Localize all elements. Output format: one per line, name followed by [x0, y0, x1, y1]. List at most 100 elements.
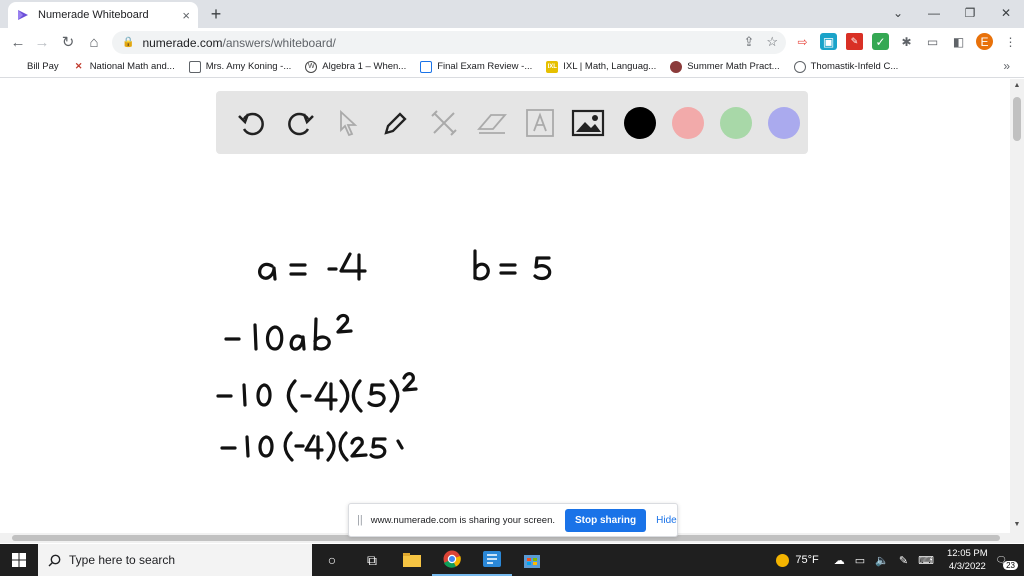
text-icon[interactable] — [520, 103, 560, 143]
speaker-icon[interactable]: 🔈 — [875, 554, 889, 567]
vertical-scrollbar[interactable]: ▲ ▼ — [1010, 79, 1024, 543]
search-placeholder: Type here to search — [69, 553, 176, 567]
tab-numerade-whiteboard[interactable]: Numerade Whiteboard × — [8, 2, 198, 28]
share-icon[interactable]: ⇪ — [743, 34, 754, 50]
extensions-puzzle-icon[interactable]: ✱ — [898, 33, 915, 50]
tab-title: Numerade Whiteboard — [38, 9, 149, 21]
bookmark-label: IXL | Math, Languag... — [563, 61, 657, 72]
pen-workspace-icon[interactable]: ✎ — [899, 554, 908, 567]
address-bar[interactable]: 🔒 numerade.com/answers/whiteboard/ ⇪ ☆ — [112, 31, 786, 54]
tab-strip: Numerade Whiteboard × + ⌄ — ❐ ✕ — [0, 0, 1024, 28]
close-window-button[interactable]: ✕ — [988, 0, 1024, 26]
eraser-icon[interactable] — [472, 103, 512, 143]
globe-icon — [793, 60, 806, 73]
clock-date: 4/3/2022 — [948, 561, 986, 572]
bookmarks-overflow-icon[interactable]: » — [1003, 59, 1010, 73]
cast-icon[interactable]: ▭ — [924, 33, 941, 50]
page-icon — [188, 60, 201, 73]
windows-taskbar: Type here to search ○ ⧉ 75°F ☁ ▭ 🔈 ✎ ⌨ 1… — [0, 544, 1024, 576]
bookmark-icon — [10, 61, 22, 73]
bookmark-item-2[interactable]: Mrs. Amy Koning -... — [188, 60, 291, 73]
store-icon[interactable] — [512, 544, 552, 576]
hide-button[interactable]: Hide — [656, 515, 677, 526]
color-swatch-green[interactable] — [720, 106, 752, 139]
stop-sharing-button[interactable]: Stop sharing — [565, 508, 647, 532]
notification-count: 23 — [1003, 560, 1018, 570]
profile-avatar[interactable]: E — [976, 33, 993, 50]
notification-center[interactable]: 🗨 23 — [996, 551, 1018, 570]
scrollbar-thumb[interactable] — [1013, 97, 1021, 141]
scroll-up-icon[interactable]: ▲ — [1010, 82, 1024, 89]
keyboard-icon[interactable]: ⌨ — [918, 554, 934, 567]
form-icon — [420, 60, 433, 73]
color-swatch-pink[interactable] — [672, 106, 704, 139]
bookmark-item-0[interactable]: Bill Pay — [10, 61, 59, 73]
image-icon[interactable] — [568, 103, 608, 143]
circle-logo-icon — [670, 60, 683, 73]
ixl-icon: IXL — [546, 60, 559, 73]
clock-time: 12:05 PM — [946, 548, 988, 559]
pointer-icon[interactable] — [328, 103, 368, 143]
home-icon[interactable]: ⌂ — [84, 32, 104, 52]
bookmark-label: Thomastik-Infeld C... — [810, 61, 899, 72]
extension-screencast-icon[interactable]: ▣ — [820, 33, 837, 50]
handwriting-neg10ab2 — [224, 313, 353, 351]
bookmark-item-5[interactable]: IXL IXL | Math, Languag... — [546, 60, 657, 73]
browser-toolbar: ← → ↻ ⌂ 🔒 numerade.com/answers/whiteboar… — [0, 28, 1024, 56]
bookmark-label: Algebra 1 – When... — [322, 61, 407, 72]
bookmark-label: Final Exam Review -... — [437, 61, 533, 72]
menu-icon[interactable]: ⋮ — [1002, 33, 1019, 50]
bookmark-item-7[interactable]: Thomastik-Infeld C... — [793, 60, 899, 73]
tab-search-icon[interactable]: ⌄ — [880, 0, 916, 26]
bookmark-label: National Math and... — [89, 61, 175, 72]
whiteboard-canvas[interactable] — [0, 164, 1010, 534]
handwriting-a-equals-neg4 — [258, 252, 367, 281]
taskbar-search-input[interactable]: Type here to search — [38, 544, 312, 576]
extension-green-icon[interactable]: ✓ — [872, 33, 889, 50]
numerade-logo-icon — [18, 10, 28, 20]
pen-icon[interactable] — [376, 103, 416, 143]
x-logo-icon: ✕ — [74, 61, 83, 71]
redo-icon[interactable] — [280, 103, 320, 143]
bookmark-item-1[interactable]: ✕ National Math and... — [73, 61, 175, 73]
whiteboard-toolbar — [216, 91, 808, 154]
file-explorer-icon[interactable] — [392, 544, 432, 576]
url-text: numerade.com/answers/whiteboard/ — [142, 35, 336, 50]
wordpress-icon: W — [305, 60, 318, 73]
cortana-icon[interactable]: ○ — [312, 544, 352, 576]
bookmark-star-icon[interactable]: ☆ — [766, 34, 778, 50]
window-controls: ⌄ — ❐ ✕ — [880, 0, 1024, 28]
task-view-icon[interactable]: ⧉ — [352, 544, 392, 576]
color-swatch-black[interactable] — [624, 106, 656, 139]
bookmark-item-3[interactable]: W Algebra 1 – When... — [305, 60, 407, 73]
bookmark-item-6[interactable]: Summer Math Pract... — [670, 60, 780, 73]
lock-icon[interactable]: 🔒 — [122, 37, 134, 48]
extension-arrow-icon[interactable]: ⇨ — [794, 33, 811, 50]
color-swatch-purple[interactable] — [768, 106, 800, 139]
new-tab-button[interactable]: + — [206, 4, 226, 24]
extension-pdf-icon[interactable]: ✎ — [846, 33, 863, 50]
tools-icon[interactable] — [424, 103, 464, 143]
bookmark-item-4[interactable]: Final Exam Review -... — [420, 60, 533, 73]
restore-button[interactable]: ❐ — [952, 0, 988, 26]
undo-icon[interactable] — [232, 103, 272, 143]
cloud-icon[interactable]: ☁ — [834, 554, 845, 567]
chrome-icon[interactable] — [432, 544, 472, 576]
app-blue-icon[interactable] — [472, 544, 512, 576]
tab-close-icon[interactable]: × — [182, 8, 190, 23]
page-content: ▲ ▼ — [0, 79, 1024, 543]
drag-handle-icon[interactable]: || — [357, 514, 363, 526]
scroll-down-icon[interactable]: ▼ — [1010, 521, 1024, 528]
clock[interactable]: 12:05 PM 4/3/2022 — [947, 547, 988, 573]
back-icon[interactable]: ← — [8, 32, 28, 52]
weather-widget[interactable]: 75°F — [776, 553, 819, 567]
bookmarks-bar: Bill Pay ✕ National Math and... Mrs. Amy… — [0, 56, 1024, 78]
network-icon[interactable]: ▭ — [855, 554, 865, 567]
forward-icon[interactable]: → — [32, 32, 52, 52]
minimize-button[interactable]: — — [916, 0, 952, 26]
reload-icon[interactable]: ↻ — [58, 32, 78, 52]
system-tray: 75°F ☁ ▭ 🔈 ✎ ⌨ 12:05 PM 4/3/2022 🗨 23 — [776, 544, 1024, 576]
sidepanel-icon[interactable]: ◧ — [950, 33, 967, 50]
sharing-message: www.numerade.com is sharing your screen. — [370, 514, 555, 526]
windows-start-icon[interactable] — [0, 544, 38, 576]
